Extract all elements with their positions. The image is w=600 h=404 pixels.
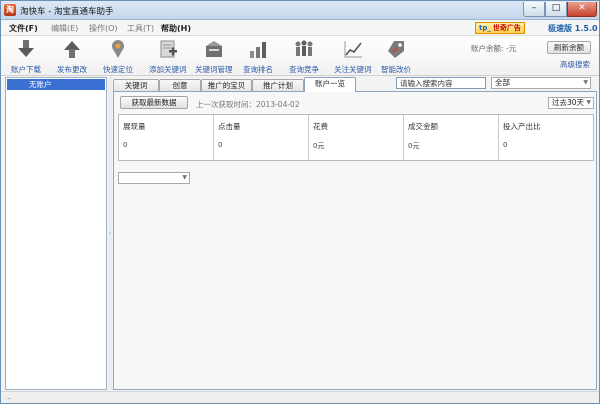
stat-clicks: 点击量 0: [214, 115, 309, 160]
tab-account-overview[interactable]: 账户一览: [304, 77, 356, 92]
ad-badge[interactable]: tp_ 世奇广告: [475, 22, 525, 34]
chevron-down-icon: ▼: [583, 79, 588, 86]
splitter-grip-icon[interactable]: ‹: [108, 227, 112, 239]
add-keyword-icon: [160, 40, 177, 58]
stat-label: 成交金额: [408, 122, 438, 131]
tool-label: 关注关键词: [334, 65, 372, 74]
tool-label: 快速定位: [103, 65, 133, 74]
tool-label: 添加关键词: [149, 65, 187, 74]
title-bar[interactable]: 淘 淘快车 - 淘宝直通车助手 – □ ✕: [1, 1, 599, 20]
status-bar: ...: [1, 391, 599, 403]
price-tag-icon: [388, 41, 404, 58]
tool-keyword-manage[interactable]: 关键词管理: [195, 38, 233, 75]
app-logo-icon: 淘: [4, 4, 16, 16]
stat-value: 0: [218, 141, 223, 149]
tool-publish-changes[interactable]: 发布更改: [57, 38, 87, 75]
menu-help[interactable]: 帮助(H): [161, 23, 191, 34]
maximize-button[interactable]: □: [545, 2, 567, 17]
stat-label: 投入产出比: [503, 122, 541, 131]
tool-label: 发布更改: [57, 65, 87, 74]
stat-roi: 投入产出比 0: [499, 115, 593, 160]
competitors-icon: [295, 40, 313, 56]
time-range-select[interactable]: 过去30天 ▼: [548, 97, 594, 109]
ad-badge-text: 世奇广告: [492, 24, 521, 32]
tool-quick-locate[interactable]: 快速定位: [103, 38, 133, 75]
menu-edit[interactable]: 编辑(E): [51, 23, 78, 34]
location-pin-icon: [112, 40, 124, 58]
tool-label: 账户下载: [11, 65, 41, 74]
tool-query-competition[interactable]: 查询竞争: [289, 38, 319, 75]
tool-label: 查询竞争: [289, 65, 319, 74]
tool-query-ranking[interactable]: 查询排名: [243, 38, 273, 75]
app-window: 淘 淘快车 - 淘宝直通车助手 – □ ✕ 文件(F) 编辑(E) 操作(O) …: [0, 0, 600, 404]
stat-value: 0元: [313, 142, 325, 150]
stat-label: 花费: [313, 122, 328, 131]
trend-line-icon: [344, 41, 362, 58]
account-list-item[interactable]: 无账户: [7, 79, 105, 90]
stats-summary: 展现量 0 点击量 0 花费 0元 成交金额 0元 投入产出比 0: [118, 114, 594, 161]
tool-label: 查询排名: [243, 65, 273, 74]
search-input[interactable]: [396, 77, 486, 89]
toolbar: 账户下载 发布更改 快速定位 添加关键词 关键词管理 查询排名 查询竞争 关注关…: [1, 36, 599, 76]
stat-label: 点击量: [218, 122, 241, 131]
search-scope-select[interactable]: 全部 ▼: [491, 77, 591, 89]
tool-add-keyword[interactable]: 添加关键词: [149, 38, 187, 75]
stat-label: 展现量: [123, 122, 146, 131]
tab-promoted-items[interactable]: 推广的宝贝: [201, 79, 252, 91]
close-button[interactable]: ✕: [567, 2, 597, 17]
advanced-search-link[interactable]: 高级搜索: [560, 59, 590, 70]
fetch-latest-data-button[interactable]: 获取最新数据: [120, 96, 188, 109]
bar-ranking-icon: [250, 42, 266, 58]
stat-cost: 花费 0元: [309, 115, 404, 160]
tab-keywords[interactable]: 关键词: [113, 79, 159, 91]
tool-label: 智能改价: [381, 65, 411, 74]
refresh-balance-button[interactable]: 刷新余额: [547, 41, 591, 54]
tool-account-download[interactable]: 账户下载: [11, 38, 41, 75]
tool-watch-keyword[interactable]: 关注关键词: [334, 38, 372, 75]
stat-sales: 成交金额 0元: [404, 115, 499, 160]
chevron-down-icon: ▼: [586, 99, 591, 106]
account-list-panel: 无账户: [5, 77, 107, 390]
menu-operate[interactable]: 操作(O): [89, 23, 118, 34]
upload-arrow-icon: [64, 41, 80, 58]
stat-value: 0: [123, 141, 128, 149]
overview-filter-select[interactable]: ▼: [118, 172, 190, 184]
tab-creatives[interactable]: 创意: [159, 79, 201, 91]
ad-badge-prefix: tp_: [479, 24, 491, 32]
stat-impressions: 展现量 0: [119, 115, 214, 160]
tool-smart-price[interactable]: 智能改价: [381, 38, 411, 75]
last-fetch-time: 上一次获取时间：2013-04-02: [196, 100, 300, 109]
menu-bar: 文件(F) 编辑(E) 操作(O) 工具(T) 帮助(H) tp_ 世奇广告 极…: [1, 20, 599, 36]
chevron-down-icon: ▼: [182, 174, 187, 181]
search-scope-value: 全部: [495, 78, 510, 87]
tool-label: 关键词管理: [195, 65, 233, 74]
version-label[interactable]: 极速版 1.5.0: [548, 23, 598, 34]
menu-file[interactable]: 文件(F): [9, 23, 38, 34]
minimize-button[interactable]: –: [523, 2, 545, 17]
download-arrow-icon: [18, 40, 34, 57]
window-title: 淘快车 - 淘宝直通车助手: [20, 7, 114, 17]
account-balance: 账户余额: -元: [471, 44, 517, 53]
stat-value: 0: [503, 141, 508, 149]
panel-splitter[interactable]: ‹: [108, 77, 112, 390]
stat-value: 0元: [408, 142, 420, 150]
menu-tools[interactable]: 工具(T): [127, 23, 154, 34]
tab-campaigns[interactable]: 推广计划: [252, 79, 304, 91]
overview-content: 获取最新数据 上一次获取时间：2013-04-02 过去30天 ▼ 展现量 0 …: [113, 91, 597, 390]
time-range-value: 过去30天: [552, 98, 585, 107]
status-text: ...: [5, 393, 12, 401]
keyword-manage-icon: [205, 41, 222, 57]
